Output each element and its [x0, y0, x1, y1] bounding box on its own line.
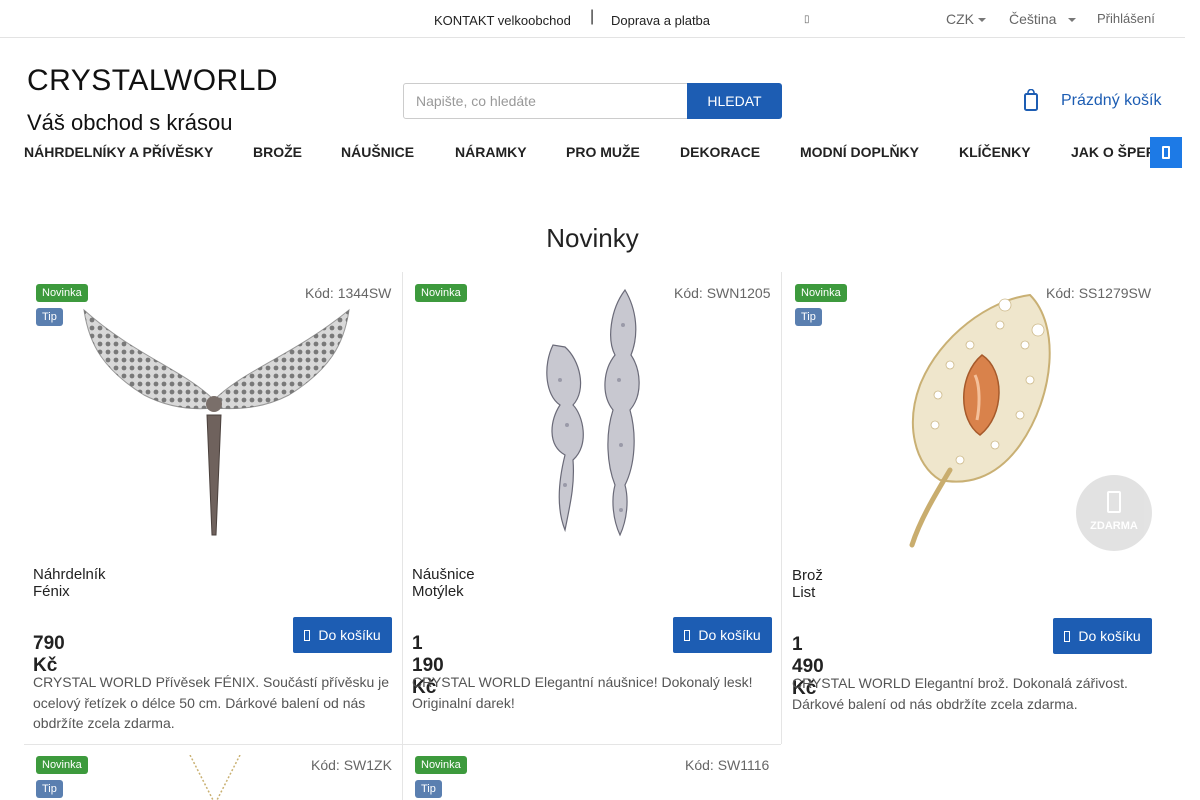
- site-tagline: Váš obchod s krásou: [27, 110, 233, 135]
- site-logo[interactable]: CRYSTALWORLD: [27, 64, 278, 98]
- add-to-cart-button[interactable]: Do košíku: [673, 617, 772, 653]
- product-description: CRYSTAL WORLD Elegantní brož. Dokonalá z…: [792, 675, 1128, 712]
- product-code: Kód: SW1116: [685, 757, 770, 773]
- placeholder-icon: ▯: [804, 14, 810, 25]
- cart-icon: [1064, 631, 1071, 642]
- new-badge: Novinka: [795, 284, 847, 302]
- gift-icon: [1107, 491, 1121, 513]
- product-code: Kód: SS1279SW: [1046, 285, 1152, 301]
- product-code: Kód: 1344SW: [305, 285, 392, 301]
- nav-item-earrings[interactable]: NÁUŠNICE: [341, 144, 414, 160]
- cart-icon: [304, 630, 311, 641]
- tip-badge: Tip: [36, 780, 63, 798]
- nav-item-decorations[interactable]: DEKORACE: [680, 144, 760, 160]
- currency-dropdown[interactable]: CZK: [946, 11, 986, 27]
- nav-item-for-men[interactable]: PRO MUŽE: [566, 144, 640, 160]
- language-dropdown[interactable]: Čeština: [1009, 11, 1077, 27]
- login-link[interactable]: Přihlášení: [1097, 11, 1155, 26]
- contact-link[interactable]: KONTAKT velkoobchod: [434, 13, 571, 28]
- free-shipping-label: ZDARMA: [1090, 520, 1138, 532]
- product-code: Kód: SWN1205: [674, 285, 771, 301]
- shipping-link[interactable]: Doprava a platba: [611, 13, 710, 28]
- free-shipping-badge: ZDARMA: [1076, 475, 1152, 551]
- product-image[interactable]: [880, 285, 1065, 550]
- product-name[interactable]: Náhrdelník Fénix: [33, 566, 106, 600]
- chevron-down-icon: [978, 18, 986, 23]
- add-to-cart-button[interactable]: Do košíku: [293, 617, 392, 653]
- product-image[interactable]: [64, 300, 384, 545]
- add-to-cart-label: Do košíku: [1078, 628, 1141, 644]
- grid-divider: [402, 272, 403, 800]
- section-title: Novinky: [546, 223, 639, 253]
- new-badge: Novinka: [36, 756, 88, 774]
- nav-item-brooches[interactable]: BROŽE: [253, 144, 302, 160]
- product-image[interactable]: [185, 755, 245, 800]
- search-input[interactable]: [403, 83, 688, 119]
- product-price: 790 Kč: [33, 633, 65, 676]
- tip-badge: Tip: [36, 308, 63, 326]
- panel-icon: [1162, 146, 1170, 159]
- add-to-cart-button[interactable]: Do košíku: [1053, 618, 1152, 654]
- product-code: Kód: SW1ZK: [311, 757, 392, 773]
- product-description: CRYSTAL WORLD Elegantní náušnice! Dokona…: [412, 674, 753, 711]
- grid-divider: [781, 272, 782, 744]
- topbar-separator: |: [590, 8, 595, 25]
- add-to-cart-label: Do košíku: [318, 627, 381, 643]
- new-badge: Novinka: [415, 284, 467, 302]
- new-badge: Novinka: [415, 756, 467, 774]
- grid-divider: [24, 744, 781, 745]
- cart-icon[interactable]: [1024, 89, 1038, 111]
- nav-expand-button[interactable]: [1150, 137, 1182, 168]
- nav-item-bracelets[interactable]: NÁRAMKY: [455, 144, 527, 160]
- chevron-down-icon: [1068, 18, 1077, 23]
- cart-icon: [684, 630, 691, 641]
- nav-item-keychains[interactable]: KLÍČENKY: [959, 144, 1031, 160]
- product-description: CRYSTAL WORLD Přívěsek FÉNIX. Součástí p…: [33, 674, 390, 731]
- nav-item-necklaces[interactable]: NÁHRDELNÍKY A PŘÍVĚSKY: [24, 144, 213, 160]
- cart-link[interactable]: Prázdný košík: [1061, 92, 1161, 110]
- top-bar: KONTAKT velkoobchod | Doprava a platba ▯…: [0, 0, 1185, 38]
- product-name[interactable]: Náušnice Motýlek: [412, 566, 475, 600]
- product-image[interactable]: [535, 285, 655, 540]
- currency-label: CZK: [946, 11, 974, 27]
- tip-badge: Tip: [415, 780, 442, 798]
- search-button[interactable]: HLEDAT: [687, 83, 782, 119]
- tip-badge: Tip: [795, 308, 822, 326]
- add-to-cart-label: Do košíku: [698, 627, 761, 643]
- nav-item-accessories[interactable]: MODNÍ DOPLŇKY: [800, 144, 919, 160]
- main-nav: NÁHRDELNÍKY A PŘÍVĚSKY BROŽE NÁUŠNICE NÁ…: [0, 138, 1185, 168]
- language-label: Čeština: [1009, 11, 1057, 27]
- product-name[interactable]: Brož List: [792, 567, 823, 601]
